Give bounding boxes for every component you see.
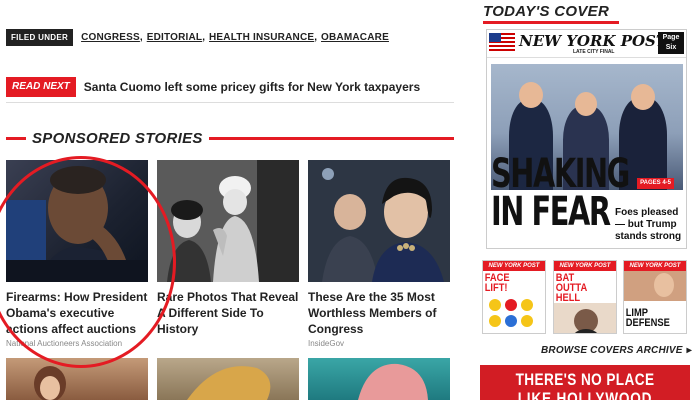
person-head xyxy=(519,82,543,108)
sponsored-card[interactable]: Rare Photos That Reveal A Different Side… xyxy=(157,160,299,339)
cover-photo-illustration xyxy=(624,271,686,301)
thumb-illustration xyxy=(34,366,66,400)
archive-cover[interactable]: NEW YORK POST BAT OUTTA HELL xyxy=(553,260,617,334)
ad-line-2: LIKE HOLLYWOOD xyxy=(517,389,653,400)
flag-icon xyxy=(489,33,515,51)
ad-line-1: THERE'S NO PLACE xyxy=(515,370,655,389)
card-image-obama[interactable] xyxy=(6,160,148,282)
person-head xyxy=(575,92,597,116)
congress-illustration xyxy=(308,160,450,282)
mini-cover-title: BAT OUTTA HELL xyxy=(555,272,587,304)
headline-line-2: IN FEAR xyxy=(491,189,611,235)
person-head xyxy=(631,84,655,110)
mini-cover-title: LIMP DEFENSE xyxy=(625,307,670,329)
browse-covers-archive-link[interactable]: BROWSE COVERS ARCHIVE ▸ xyxy=(541,345,692,356)
filed-under: FILED UNDER CONGRESS, EDITORIAL, HEALTH … xyxy=(6,28,389,46)
portrait-illustration xyxy=(6,166,148,282)
sponsored-thumb-row2[interactable] xyxy=(6,358,148,400)
sponsored-card[interactable]: These Are the 35 Most Worthless Members … xyxy=(308,160,450,348)
cover-subhead: Foes pleased — but Trump stands strong xyxy=(615,207,682,242)
ad-banner[interactable]: THERE'S NO PLACE LIKE HOLLYWOOD xyxy=(480,365,690,400)
filed-under-label: FILED UNDER xyxy=(6,28,74,46)
read-next: READ NEXT Santa Cuomo left some pricey g… xyxy=(6,77,454,103)
sponsored-stories-title: SPONSORED STORIES xyxy=(32,129,203,147)
thumb-illustration xyxy=(187,366,271,400)
tag-congress[interactable]: CONGRESS xyxy=(81,32,140,43)
mini-cover-title: FACE LIFT! xyxy=(484,272,510,294)
card-title[interactable]: Firearms: How President Obama's executiv… xyxy=(6,289,148,337)
card-source: National Auctioneers Association xyxy=(6,339,123,348)
page-six-badge: Page Six xyxy=(658,32,684,54)
card-title[interactable]: Rare Photos That Reveal A Different Side… xyxy=(157,289,299,337)
heading-underline xyxy=(483,21,619,24)
chevron-right-icon: ▸ xyxy=(686,345,692,356)
todays-cover-heading: TODAY'S COVER xyxy=(483,3,619,24)
cover-masthead: NEW YORK POST LATE CITY FINAL Page Six xyxy=(487,30,686,58)
tag-obamacare[interactable]: OBAMACARE xyxy=(321,32,389,43)
main-cover[interactable]: NEW YORK POST LATE CITY FINAL Page Six S… xyxy=(486,29,687,249)
tag-health-insurance[interactable]: HEALTH INSURANCE xyxy=(209,32,314,43)
headline-line-1: SHAKING xyxy=(491,151,630,197)
heading-rule xyxy=(6,136,26,140)
sponsored-thumb-row2[interactable] xyxy=(157,358,299,400)
vintage-photo-illustration xyxy=(157,160,299,282)
read-next-link[interactable]: Santa Cuomo left some pricey gifts for N… xyxy=(84,77,420,97)
thumb-illustration xyxy=(358,363,428,400)
heading-rule xyxy=(208,136,454,140)
masthead-edition: LATE CITY FINAL xyxy=(573,49,615,55)
mini-masthead: NEW YORK POST xyxy=(483,261,545,271)
todays-cover-title: TODAY'S COVER xyxy=(483,3,610,20)
browse-label[interactable]: BROWSE COVERS ARCHIVE xyxy=(541,345,683,356)
tag-editorial[interactable]: EDITORIAL xyxy=(147,32,203,43)
archive-cover[interactable]: NEW YORK POST FACE LIFT! xyxy=(482,260,546,334)
masthead-name: NEW YORK POST xyxy=(519,32,668,50)
card-image-vintage-photo[interactable] xyxy=(157,160,299,282)
emoji-grid-illustration xyxy=(489,299,533,327)
read-next-label: READ NEXT xyxy=(6,77,76,97)
card-image-congress[interactable] xyxy=(308,160,450,282)
sponsored-card[interactable]: Firearms: How President Obama's executiv… xyxy=(6,160,148,348)
sponsored-thumb-row2[interactable] xyxy=(308,358,450,400)
mini-masthead: NEW YORK POST xyxy=(624,261,686,271)
pages-badge: PAGES 4-5 xyxy=(637,178,674,189)
sponsored-stories-heading: SPONSORED STORIES xyxy=(6,128,454,148)
card-title[interactable]: These Are the 35 Most Worthless Members … xyxy=(308,289,450,337)
mini-masthead: NEW YORK POST xyxy=(554,261,616,271)
archive-cover[interactable]: NEW YORK POST LIMP DEFENSE xyxy=(623,260,687,334)
singer-illustration xyxy=(554,303,616,333)
card-source: InsideGov xyxy=(308,339,345,348)
